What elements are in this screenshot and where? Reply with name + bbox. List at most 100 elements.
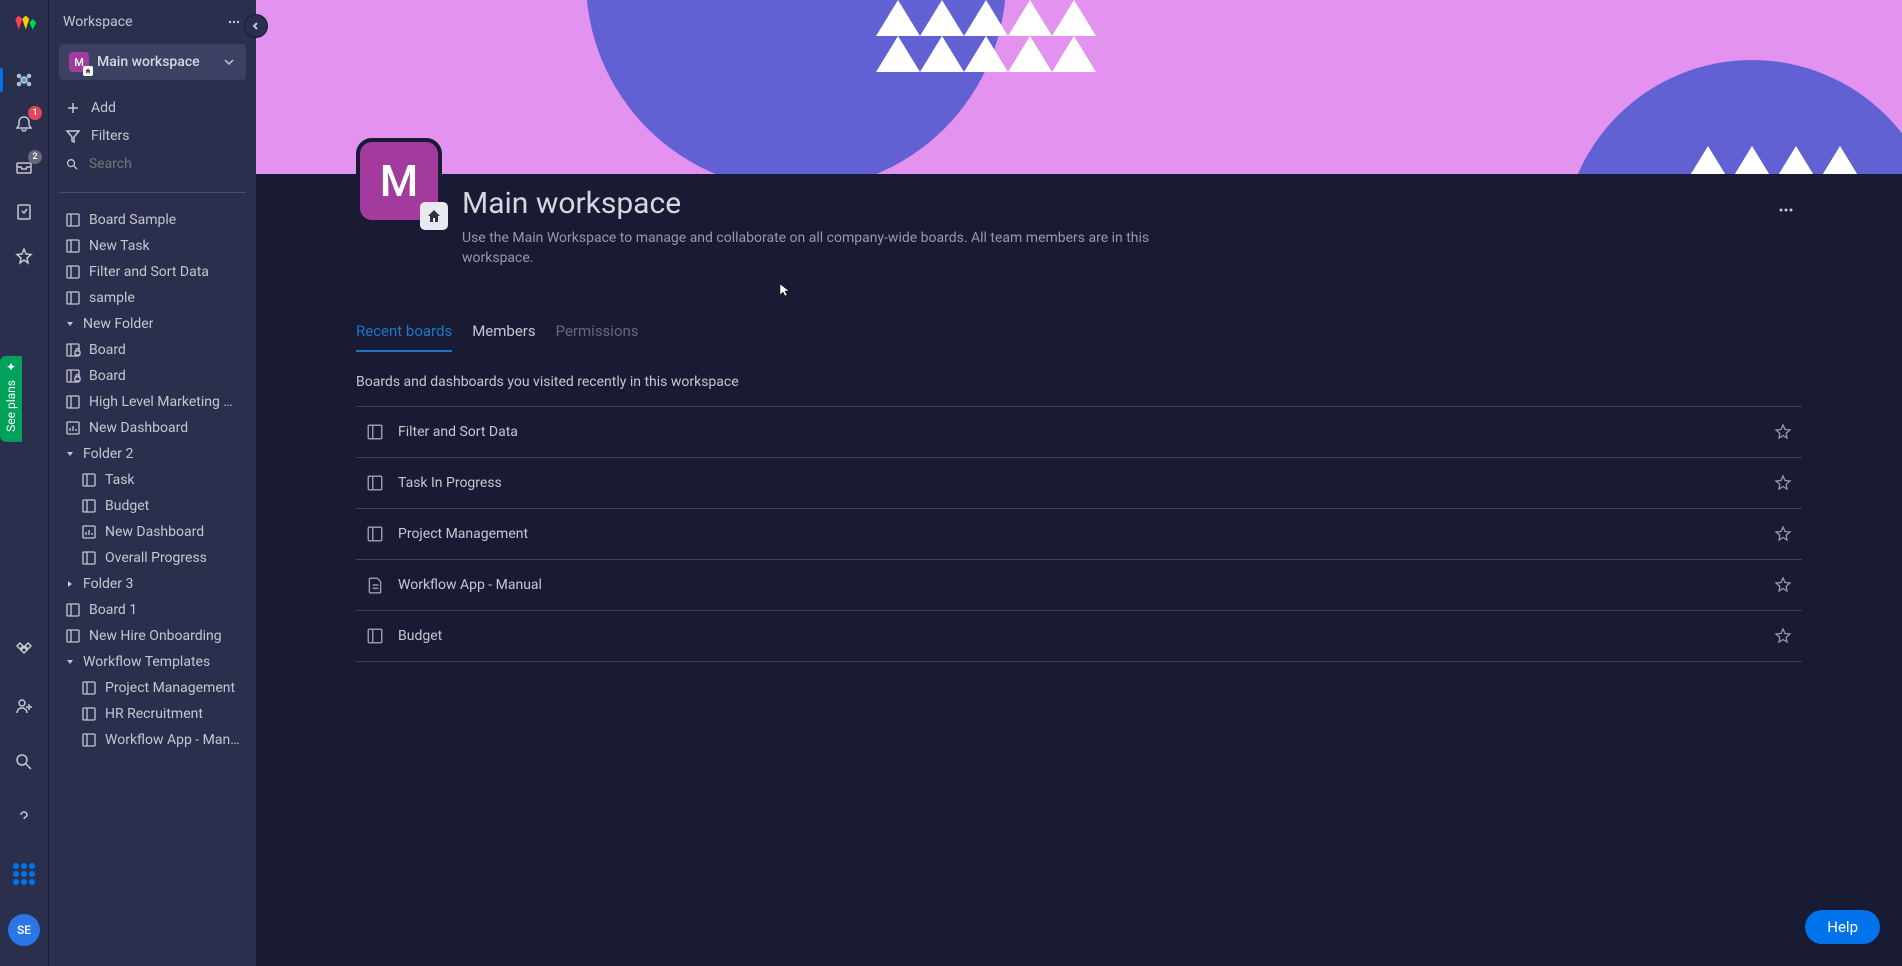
page-title: Main workspace: [462, 186, 1162, 221]
help-button[interactable]: Help: [1805, 910, 1880, 944]
tree-item-label: New Task: [89, 238, 150, 254]
board-tree: Board Sample New Task Filter and Sort Data…: [59, 207, 246, 952]
tree-item[interactable]: Overall Progress: [59, 545, 246, 571]
tree-item-label: Folder 2: [83, 446, 133, 462]
tree-item-label: Workflow App - Manual: [105, 732, 240, 748]
tree-item[interactable]: Board: [59, 337, 246, 363]
star-icon[interactable]: [1774, 627, 1792, 645]
board-name: Project Management: [398, 526, 1774, 542]
tree-item-label: Board 1: [89, 602, 137, 618]
tree-item[interactable]: Task: [59, 467, 246, 493]
recent-boards-list: Filter and Sort Data Task In Progress Proj…: [356, 406, 1802, 662]
tree-item[interactable]: Workflow Templates: [59, 649, 246, 675]
inbox-badge: 2: [28, 150, 42, 164]
tree-item-label: Budget: [105, 498, 149, 514]
tree-item[interactable]: Project Management: [59, 675, 246, 701]
tree-item[interactable]: New Dashboard: [59, 415, 246, 441]
tree-item-label: Filter and Sort Data: [89, 264, 209, 280]
doc-icon: [366, 576, 384, 594]
filters-button[interactable]: Filters: [59, 122, 246, 150]
tree-item[interactable]: Board: [59, 363, 246, 389]
see-plans-button[interactable]: See plans: [0, 356, 22, 442]
board-icon: [366, 525, 384, 543]
tree-item[interactable]: Board Sample: [59, 207, 246, 233]
board-name: Filter and Sort Data: [398, 424, 1774, 440]
board-row[interactable]: Workflow App - Manual: [356, 560, 1802, 611]
tree-item[interactable]: New Folder: [59, 311, 246, 337]
tree-item-label: Workflow Templates: [83, 654, 210, 670]
search-input-wrapper[interactable]: [59, 150, 246, 178]
tree-item-label: High Level Marketing Budg...: [89, 394, 240, 410]
rail-favorites-icon[interactable]: [8, 240, 40, 272]
tree-item-label: New Folder: [83, 316, 153, 332]
sidebar-title: Workspace: [63, 14, 133, 30]
search-icon: [65, 156, 79, 172]
tree-item-label: New Dashboard: [105, 524, 204, 540]
app-logo-icon[interactable]: [10, 12, 38, 40]
tree-item[interactable]: High Level Marketing Budg...: [59, 389, 246, 415]
tree-item[interactable]: Folder 3: [59, 571, 246, 597]
tree-item-label: Overall Progress: [105, 550, 207, 566]
tree-item-label: Board: [89, 342, 126, 358]
workspace-selector[interactable]: M Main workspace: [59, 44, 246, 80]
tree-item[interactable]: Filter and Sort Data: [59, 259, 246, 285]
tree-item[interactable]: Workflow App - Manual: [59, 727, 246, 753]
more-options-button[interactable]: [1776, 200, 1796, 224]
board-row[interactable]: Budget: [356, 611, 1802, 662]
sidebar-search-input[interactable]: [89, 156, 240, 172]
rail-apps-icon[interactable]: [8, 634, 40, 666]
tree-item-label: New Hire Onboarding: [89, 628, 222, 644]
board-row[interactable]: Task In Progress: [356, 458, 1802, 509]
tree-item[interactable]: Board 1: [59, 597, 246, 623]
rail-workspace-icon[interactable]: [8, 64, 40, 96]
rail-apps-grid[interactable]: [8, 858, 40, 890]
sidebar: Workspace M Main workspace Add Filters B…: [48, 0, 256, 966]
sidebar-menu-icon[interactable]: [226, 14, 242, 30]
rail-search-icon[interactable]: [8, 746, 40, 778]
board-row[interactable]: Filter and Sort Data: [356, 406, 1802, 458]
board-icon: [366, 474, 384, 492]
rail-inbox-icon[interactable]: 2: [8, 152, 40, 184]
board-row[interactable]: Project Management: [356, 509, 1802, 560]
chevron-down-icon: [222, 55, 236, 69]
rail-invite-icon[interactable]: [8, 690, 40, 722]
main-content: M Main workspace Use the Main Workspace …: [256, 0, 1902, 966]
user-avatar[interactable]: SE: [8, 914, 40, 946]
tree-item-label: New Dashboard: [89, 420, 188, 436]
rail-mywork-icon[interactable]: [8, 196, 40, 228]
tab-members[interactable]: Members: [472, 316, 535, 352]
tree-item[interactable]: New Dashboard: [59, 519, 246, 545]
tree-item-label: HR Recruitment: [105, 706, 203, 722]
tree-item-label: Task: [105, 472, 135, 488]
tree-item-label: Board: [89, 368, 126, 384]
collapse-sidebar-button[interactable]: [244, 14, 268, 38]
notification-badge: 1: [28, 106, 42, 120]
board-name: Budget: [398, 628, 1774, 644]
divider: [59, 192, 246, 193]
tab-permissions[interactable]: Permissions: [556, 316, 639, 352]
star-icon[interactable]: [1774, 576, 1792, 594]
rail-notifications-icon[interactable]: 1: [8, 108, 40, 140]
workspace-badge-icon: M: [69, 52, 89, 72]
board-icon: [366, 423, 384, 441]
add-button[interactable]: Add: [59, 94, 246, 122]
board-name: Task In Progress: [398, 475, 1774, 491]
star-icon[interactable]: [1774, 525, 1792, 543]
tree-item[interactable]: HR Recruitment: [59, 701, 246, 727]
rail-help-icon[interactable]: [8, 802, 40, 834]
left-rail: 1 2 SE: [0, 0, 48, 966]
star-icon[interactable]: [1774, 474, 1792, 492]
tree-item-label: sample: [89, 290, 135, 306]
tree-item[interactable]: Budget: [59, 493, 246, 519]
star-icon[interactable]: [1774, 423, 1792, 441]
tree-item[interactable]: sample: [59, 285, 246, 311]
tab-recent-boards[interactable]: Recent boards: [356, 316, 452, 352]
board-name: Workflow App - Manual: [398, 577, 1774, 593]
board-icon: [366, 627, 384, 645]
page-description: Use the Main Workspace to manage and col…: [462, 229, 1162, 268]
tree-item[interactable]: New Task: [59, 233, 246, 259]
tree-item[interactable]: New Hire Onboarding: [59, 623, 246, 649]
tree-item-label: Folder 3: [83, 576, 133, 592]
tree-item-label: Project Management: [105, 680, 235, 696]
tree-item[interactable]: Folder 2: [59, 441, 246, 467]
